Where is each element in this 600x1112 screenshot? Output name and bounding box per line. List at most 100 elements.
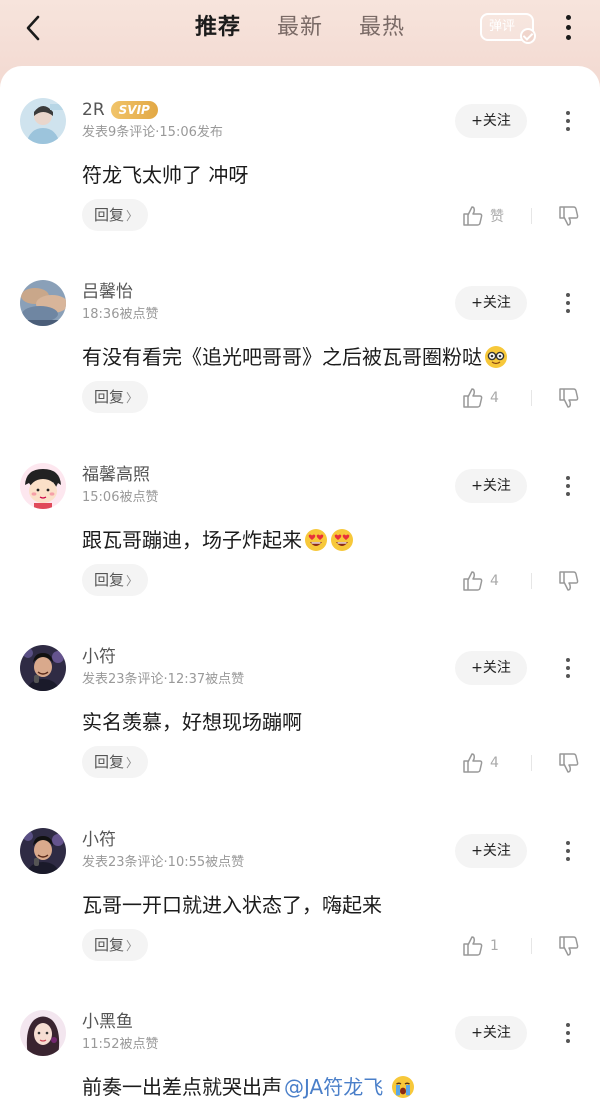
comment-item: 小符 发表23条评论·10:55被点赞 +关注 瓦哥一开口就进入状态了，嗨起来 …: [0, 796, 600, 978]
comment-more-button[interactable]: [558, 473, 578, 499]
comment-list: 2R SVIP 发表9条评论·15:06发布 +关注 符龙飞太帅了 冲呀 回复〉…: [0, 66, 600, 1112]
divider: [531, 208, 532, 224]
username-text: 小符: [82, 647, 116, 667]
dislike-button[interactable]: [557, 932, 581, 960]
username[interactable]: 福馨高照: [82, 465, 150, 485]
username[interactable]: 吕馨怡: [82, 282, 133, 302]
username-text: 福馨高照: [82, 465, 150, 485]
chevron-right-icon: 〉: [126, 939, 139, 953]
nerd-face-emoji: [485, 346, 507, 368]
tab-latest[interactable]: 最新: [277, 10, 323, 46]
dislike-button[interactable]: [557, 749, 581, 777]
username-text: 小黑鱼: [82, 1012, 133, 1032]
avatar-image: [20, 280, 66, 326]
reply-button[interactable]: 回复〉: [82, 746, 148, 778]
chevron-right-icon: 〉: [126, 391, 139, 405]
comment-meta: 18:36被点赞: [82, 307, 159, 322]
username-text: 吕馨怡: [82, 282, 133, 302]
reply-button[interactable]: 回复〉: [82, 381, 148, 413]
like-button[interactable]: 4: [462, 384, 499, 412]
avatar-image: [20, 1010, 66, 1056]
tab-hottest[interactable]: 最热: [359, 10, 405, 46]
thumbs-up-icon: [463, 753, 483, 773]
like-count: 赞: [490, 209, 504, 225]
like-count: 4: [490, 573, 499, 589]
divider: [531, 938, 532, 954]
like-button[interactable]: 1: [462, 932, 499, 960]
follow-button[interactable]: +关注: [455, 286, 527, 320]
avatar[interactable]: [20, 280, 66, 326]
reply-button[interactable]: 回复〉: [82, 564, 148, 596]
more-vertical-icon: [566, 111, 570, 115]
comment-more-button[interactable]: [558, 1020, 578, 1046]
username[interactable]: 小黑鱼: [82, 1012, 133, 1032]
heart-eyes-emoji: [331, 529, 353, 551]
follow-button[interactable]: +关注: [455, 1016, 527, 1050]
follow-button[interactable]: +关注: [455, 651, 527, 685]
like-button[interactable]: 赞: [462, 202, 504, 230]
avatar[interactable]: [20, 1010, 66, 1056]
comment-more-button[interactable]: [558, 290, 578, 316]
thumbs-up-icon: [463, 936, 483, 956]
dislike-button[interactable]: [557, 384, 581, 412]
mention-link[interactable]: @JA符龙飞: [284, 1072, 383, 1102]
comment-item: 福馨高照 15:06被点赞 +关注 跟瓦哥蹦迪，场子炸起来 回复 〉 4: [0, 431, 600, 613]
comment-more-button[interactable]: [558, 838, 578, 864]
divider: [531, 755, 532, 771]
comment-text: 前奏一出差点就哭出声 @JA符龙飞: [82, 1072, 415, 1102]
comment-text: 瓦哥一开口就进入状态了，嗨起来: [82, 893, 382, 917]
divider: [531, 573, 532, 589]
comment-meta: 发表9条评论·15:06发布: [82, 125, 223, 140]
like-count: 4: [490, 755, 499, 771]
avatar-image: [20, 828, 66, 874]
more-vertical-icon: [566, 658, 570, 662]
comment-more-button[interactable]: [558, 655, 578, 681]
chevron-right-icon: 〉: [126, 209, 139, 223]
check-icon: [520, 28, 536, 44]
comment-more-button[interactable]: [558, 108, 578, 134]
thumbs-up-icon: [463, 571, 483, 591]
like-button[interactable]: 4: [462, 749, 499, 777]
comment-meta: 11:52被点赞: [82, 1037, 159, 1052]
comment-text: 跟瓦哥蹦迪，场子炸起来: [82, 525, 354, 555]
thumbs-down-icon: [559, 206, 579, 226]
comment-item: 吕馨怡 18:36被点赞 +关注 有没有看完《追光吧哥哥》之后被瓦哥圈粉哒 回复…: [0, 248, 600, 430]
chevron-right-icon: 〉: [126, 756, 139, 770]
like-count: 4: [490, 390, 499, 406]
dislike-button[interactable]: [557, 567, 581, 595]
like-button[interactable]: 4: [462, 567, 499, 595]
heart-eyes-emoji: [305, 529, 327, 551]
danmu-comment-toggle[interactable]: 弹评: [480, 13, 536, 44]
thumbs-up-icon: [463, 206, 483, 226]
more-vertical-icon: [566, 293, 570, 297]
more-vertical-icon: [566, 841, 570, 845]
reply-button[interactable]: 回复〉: [82, 929, 148, 961]
tab-recommended[interactable]: 推荐: [195, 10, 241, 46]
username-text: 2R: [82, 100, 105, 120]
dislike-button[interactable]: [557, 202, 581, 230]
avatar[interactable]: [20, 98, 66, 144]
avatar-image: [20, 463, 66, 509]
avatar[interactable]: [20, 645, 66, 691]
reply-button[interactable]: 回复〉: [82, 199, 148, 231]
thumbs-down-icon: [559, 753, 579, 773]
username[interactable]: 小符: [82, 647, 116, 667]
username[interactable]: 2R SVIP: [82, 100, 158, 120]
follow-button[interactable]: +关注: [455, 469, 527, 503]
avatar-image: [20, 645, 66, 691]
more-vertical-icon: [565, 14, 571, 20]
follow-button[interactable]: +关注: [455, 834, 527, 868]
follow-button[interactable]: +关注: [455, 104, 527, 138]
danmu-label: 弹评: [489, 19, 516, 34]
avatar[interactable]: [20, 828, 66, 874]
more-menu-button[interactable]: [556, 12, 580, 42]
thumbs-up-icon: [463, 388, 483, 408]
comment-item: 2R SVIP 发表9条评论·15:06发布 +关注 符龙飞太帅了 冲呀 回复〉…: [0, 66, 600, 248]
avatar[interactable]: [20, 463, 66, 509]
comment-item: 小符 发表23条评论·12:37被点赞 +关注 实名羡慕，好想现场蹦啊 回复〉 …: [0, 613, 600, 795]
crying-face-emoji: [392, 1076, 415, 1098]
more-vertical-icon: [566, 1023, 570, 1027]
svip-badge: SVIP: [110, 101, 158, 119]
like-count: 1: [490, 938, 499, 954]
username[interactable]: 小符: [82, 830, 116, 850]
